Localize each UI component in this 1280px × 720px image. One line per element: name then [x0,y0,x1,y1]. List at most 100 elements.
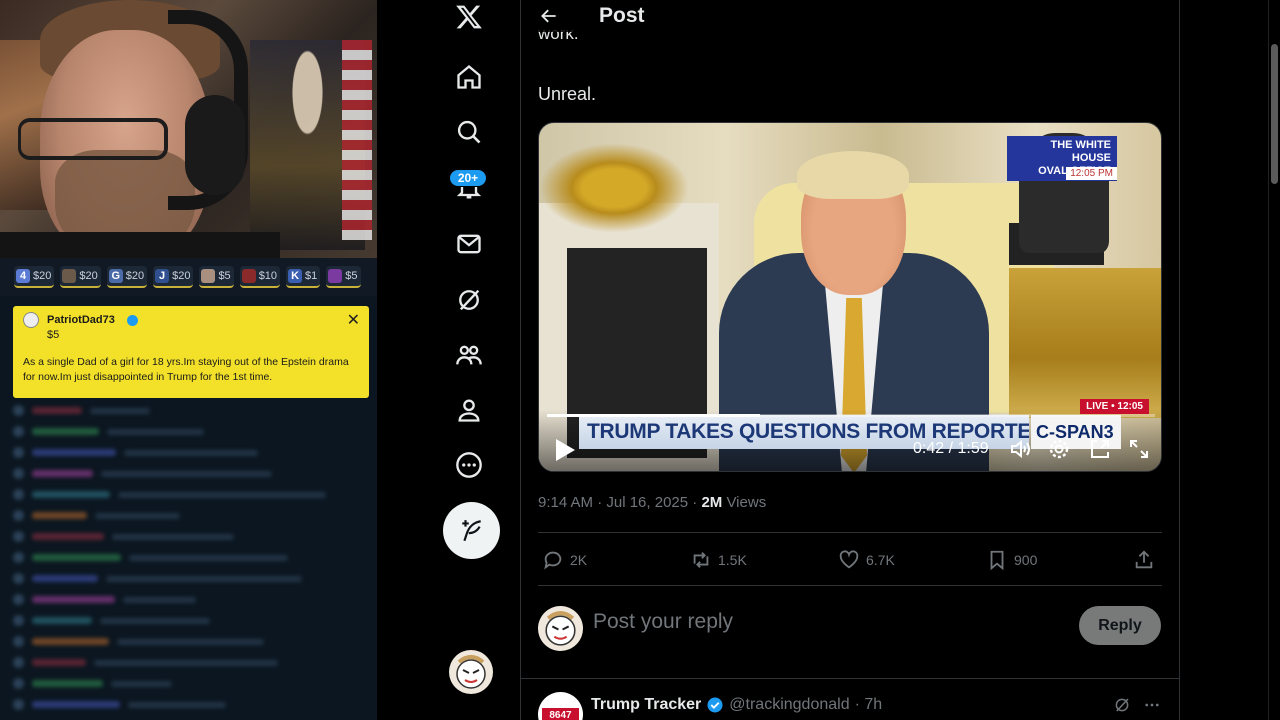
video-time: 0:42 / 1:59 [913,440,989,457]
donation-message: As a single Dad of a girl for 18 yrs.Im … [23,356,349,383]
reply-author-handle[interactable]: @trackingdonald [729,696,849,714]
tip-item: J $20 [153,266,194,288]
bug-time: 12:05 PM [1066,167,1117,180]
video-player[interactable]: THE WHITE HOUSE OVAL OFFICE 12:05 PM LIV… [538,122,1162,472]
tip-item: K $1 [286,266,321,288]
chat-message [13,610,369,631]
grok-icon[interactable] [443,278,495,322]
tip-amount: $20 [172,270,191,282]
tip-item: 4 $20 [14,266,55,288]
back-button[interactable] [521,0,577,32]
tipper-avatar: J [155,269,170,283]
tip-amount: $20 [79,270,98,282]
page-header: Post [521,0,1179,32]
x-logo-icon[interactable] [443,0,495,39]
tweet-timestamp[interactable]: 9:14 AM · Jul 16, 2025 · [538,494,701,511]
tweet-actions: 2K 1.5K 6.7K 900 [538,532,1162,586]
reply-author-avatar[interactable]: 8647 [538,692,583,720]
messages-icon[interactable] [443,222,495,266]
reply-author-name[interactable]: Trump Tracker [591,696,701,714]
right-sidebar [1181,0,1280,720]
tweet-text: Unreal. [538,84,597,104]
chat-message [13,526,369,547]
bookmark-action[interactable]: 900 [986,549,1037,571]
bug-line-1: THE WHITE HOUSE [1050,139,1112,164]
main-column: Post work. Unreal. THE WHITE HOUSE OVAL … [520,0,1180,720]
search-icon[interactable] [443,110,495,154]
reply-composer: Post your reply Reply [521,586,1179,679]
chat-message [13,442,369,463]
tip-amount: $20 [33,270,52,282]
tipper-avatar: K [288,269,303,283]
stream-overlay: 4 $20 $20 G $20 J $20 $5 $10 K $1 $5 PatriotDad73 $… [0,0,377,720]
tipper-avatar: G [108,269,123,283]
share-icon [1135,550,1153,569]
notifications-badge: 20+ [449,169,487,187]
chat-message [13,505,369,526]
chat-message [13,463,369,484]
chat-message [13,547,369,568]
repost-count: 1.5K [718,552,747,568]
side-nav: 20+ [377,0,520,720]
share-action[interactable] [1133,549,1155,571]
reply-tweet[interactable]: 8647 Trump Tracker @trackingdonald · 7h [521,680,1179,720]
compose-post-button[interactable] [443,502,500,559]
donation-alert: PatriotDad73 $5 As a single Dad of a gir… [13,306,369,398]
tip-item: $20 [60,266,101,288]
tweet-text-partial: work. [538,30,579,43]
tip-item: $5 [199,266,234,288]
donation-amount: $5 [47,329,60,341]
chat-feed-blurred [13,400,369,720]
bookmark-icon [990,550,1004,571]
reply-count: 2K [570,552,588,568]
bookmark-count: 900 [1014,552,1038,568]
verified-badge-icon [707,697,723,713]
more-options-icon[interactable] [1143,696,1161,714]
reply-header: Trump Tracker @trackingdonald · 7h [591,696,882,714]
reply-button[interactable]: Reply [1079,606,1161,645]
scrollbar[interactable] [1268,0,1280,720]
user-avatar [538,606,583,651]
donor-avatar [23,312,39,328]
like-action[interactable]: 6.7K [838,549,895,571]
play-icon[interactable] [553,437,577,463]
reply-input[interactable]: Post your reply [593,610,733,634]
communities-icon[interactable] [443,333,495,377]
chat-message [13,589,369,610]
grok-icon[interactable] [1113,696,1131,714]
pip-icon[interactable] [1088,437,1112,461]
repost-action[interactable]: 1.5K [690,549,747,571]
live-badge: LIVE • 12:05 [1080,399,1149,414]
chat-message [13,694,369,715]
webcam-feed [0,0,377,258]
fullscreen-icon[interactable] [1127,437,1151,461]
tipper-avatar [241,269,256,283]
profile-icon[interactable] [443,388,495,432]
volume-icon[interactable] [1009,437,1033,461]
tip-leaderboard: 4 $20 $20 G $20 J $20 $5 $10 K $1 $5 [0,258,377,296]
tip-amount: $5 [218,270,231,282]
avatar-text: 8647 [549,710,572,720]
tip-amount: $20 [125,270,145,282]
chat-message [13,400,369,421]
page-title: Post [599,4,645,27]
close-icon[interactable]: ✕ [347,310,360,330]
tweet-meta: 9:14 AM · Jul 16, 2025 · 2M Views [538,494,766,511]
video-progress-fill [547,414,760,417]
chat-message [13,652,369,673]
chat-message [13,673,369,694]
tip-item: $5 [326,266,361,288]
tip-amount: $5 [345,270,358,282]
like-count: 6.7K [866,552,895,568]
account-avatar[interactable] [449,650,493,694]
reply-action[interactable]: 2K [542,549,587,571]
tipper-avatar: 4 [16,269,30,283]
scrollbar-thumb[interactable] [1271,44,1278,184]
video-progress-bar[interactable] [547,414,1155,417]
settings-gear-icon[interactable] [1047,437,1071,461]
more-icon[interactable] [443,443,495,487]
views-count: 2M [701,494,723,511]
home-icon[interactable] [443,55,495,99]
tip-item: $10 [239,266,281,288]
donor-name: PatriotDad73 [47,314,115,326]
